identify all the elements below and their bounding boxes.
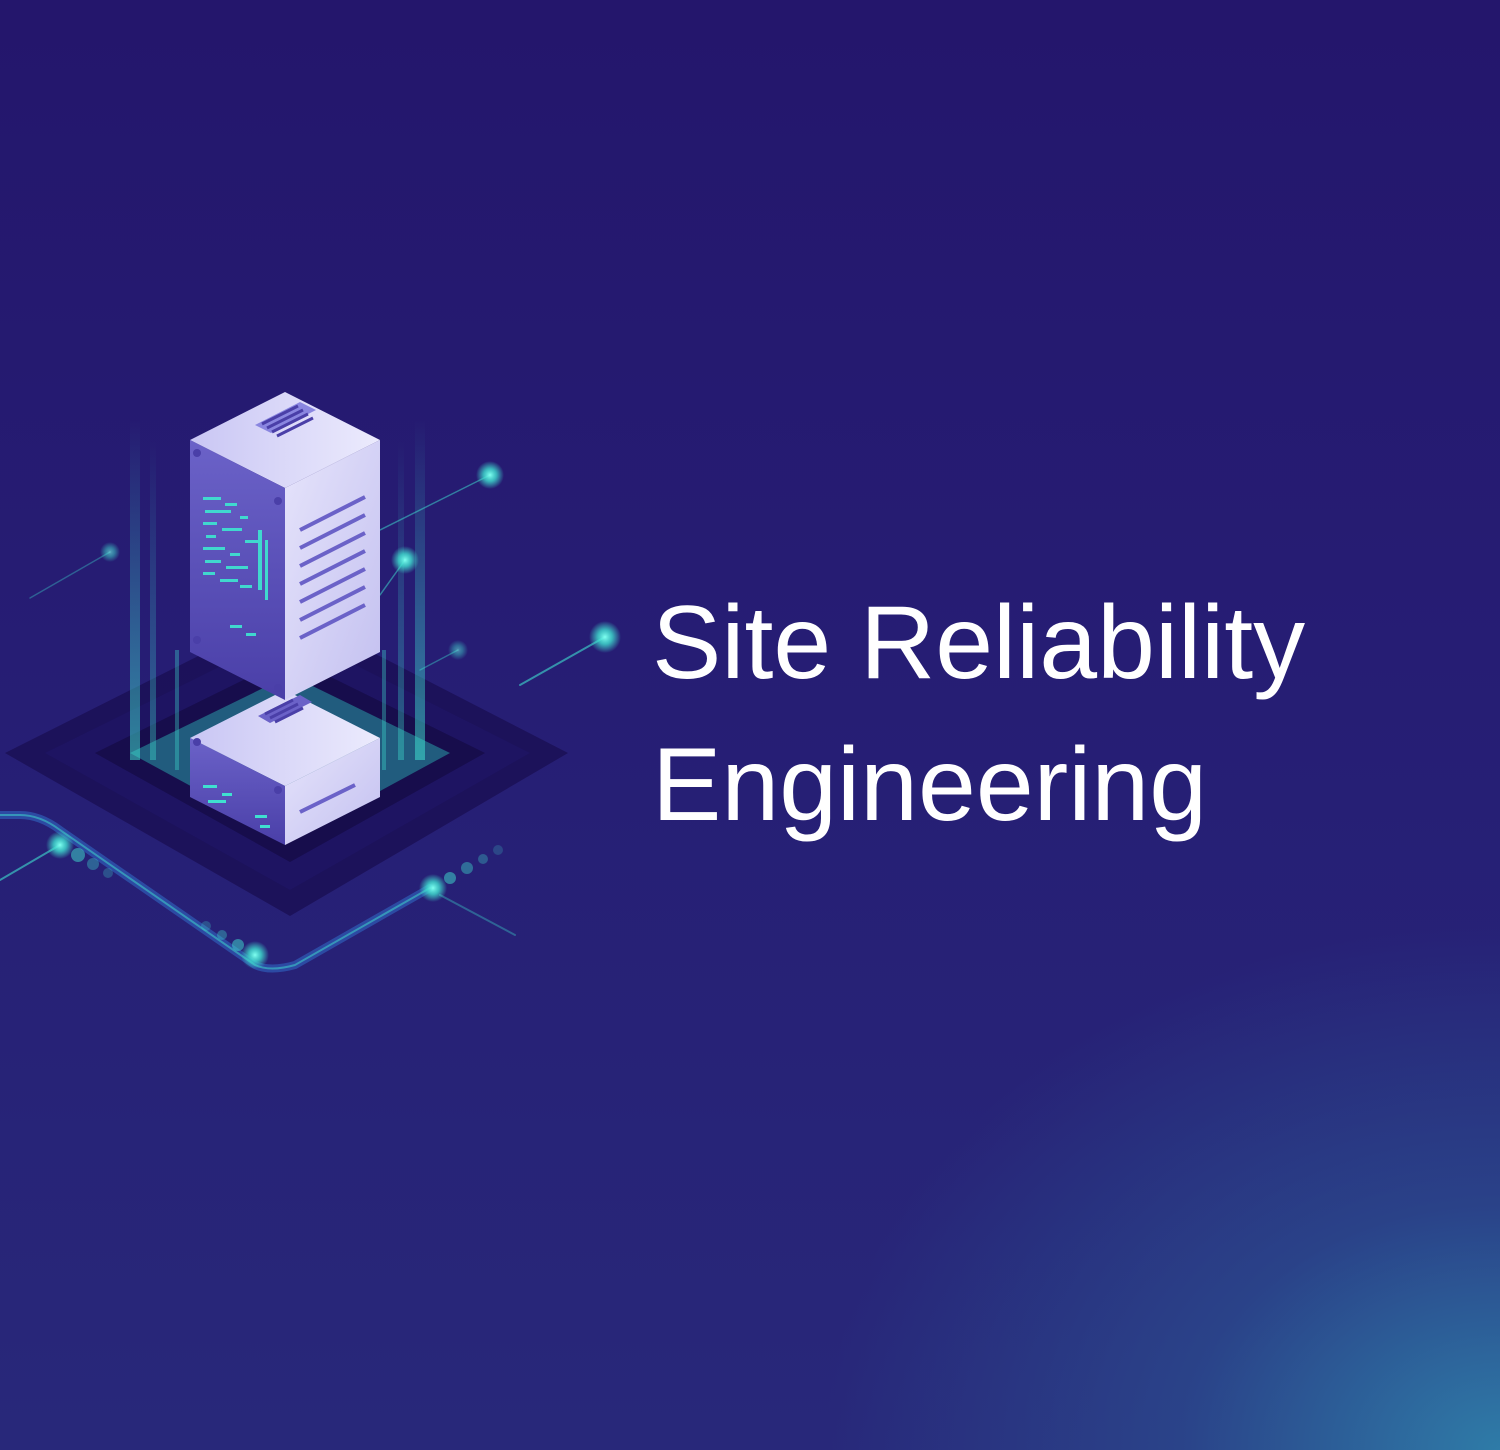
- page-title: Site Reliability Engineering: [652, 572, 1472, 856]
- title-line-1: Site Reliability: [652, 585, 1306, 701]
- upper-server: [190, 392, 380, 700]
- title-line-2: Engineering: [652, 727, 1208, 843]
- server-rack-illustration: [0, 392, 621, 973]
